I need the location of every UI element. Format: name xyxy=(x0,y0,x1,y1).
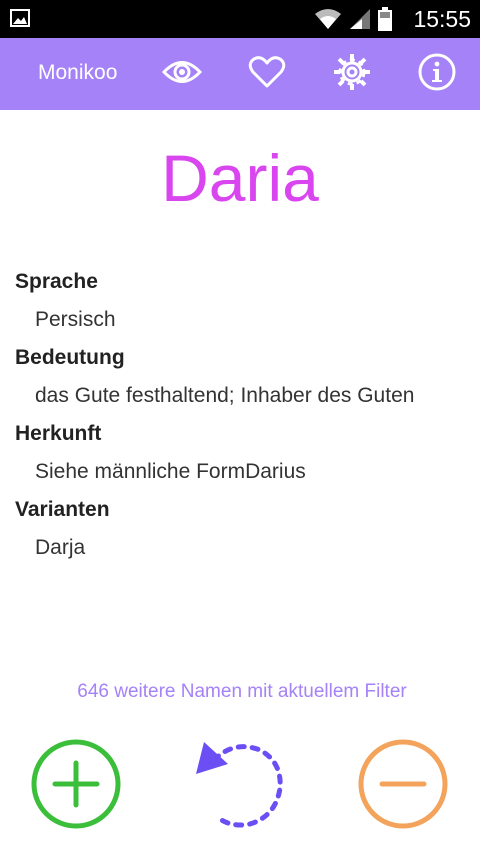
eye-button[interactable] xyxy=(161,54,203,94)
eye-icon xyxy=(161,57,203,92)
undo-icon xyxy=(190,742,290,834)
remove-button[interactable] xyxy=(357,738,449,830)
origin-label: Herkunft xyxy=(15,422,102,445)
status-time: 15:55 xyxy=(413,6,471,32)
name-details: Sprache Persisch Bedeutung das Gute fest… xyxy=(15,266,475,570)
meaning-value: das Gute festhaltend; Inhaber des Guten xyxy=(35,384,415,407)
origin-value: Siehe männliche FormDarius xyxy=(35,460,306,483)
filter-count-text: 646 weitere Namen mit aktuellem Filter xyxy=(77,681,407,702)
settings-button[interactable] xyxy=(332,53,372,96)
meaning-label: Bedeutung xyxy=(15,346,125,369)
language-label: Sprache xyxy=(15,270,98,293)
app-title: Monikoo xyxy=(38,61,118,84)
add-button[interactable] xyxy=(30,738,122,830)
name-title: Daria xyxy=(161,141,319,215)
app-bar: Monikoo xyxy=(0,38,480,110)
language-value: Persisch xyxy=(35,308,116,331)
minus-circle-icon xyxy=(357,739,449,834)
favorites-button[interactable] xyxy=(247,54,287,94)
battery-icon xyxy=(378,7,392,36)
gear-icon xyxy=(333,53,371,96)
undo-button[interactable] xyxy=(190,738,283,830)
info-button[interactable] xyxy=(417,53,457,96)
info-icon xyxy=(418,53,456,96)
status-bar: 15:55 xyxy=(0,0,480,38)
heart-icon xyxy=(248,55,286,94)
variants-value: Darja xyxy=(35,536,86,559)
variants-label: Varianten xyxy=(15,498,110,521)
wifi-icon xyxy=(314,8,342,35)
gallery-icon xyxy=(10,9,30,32)
signal-icon xyxy=(348,8,372,35)
plus-circle-icon xyxy=(30,739,122,834)
